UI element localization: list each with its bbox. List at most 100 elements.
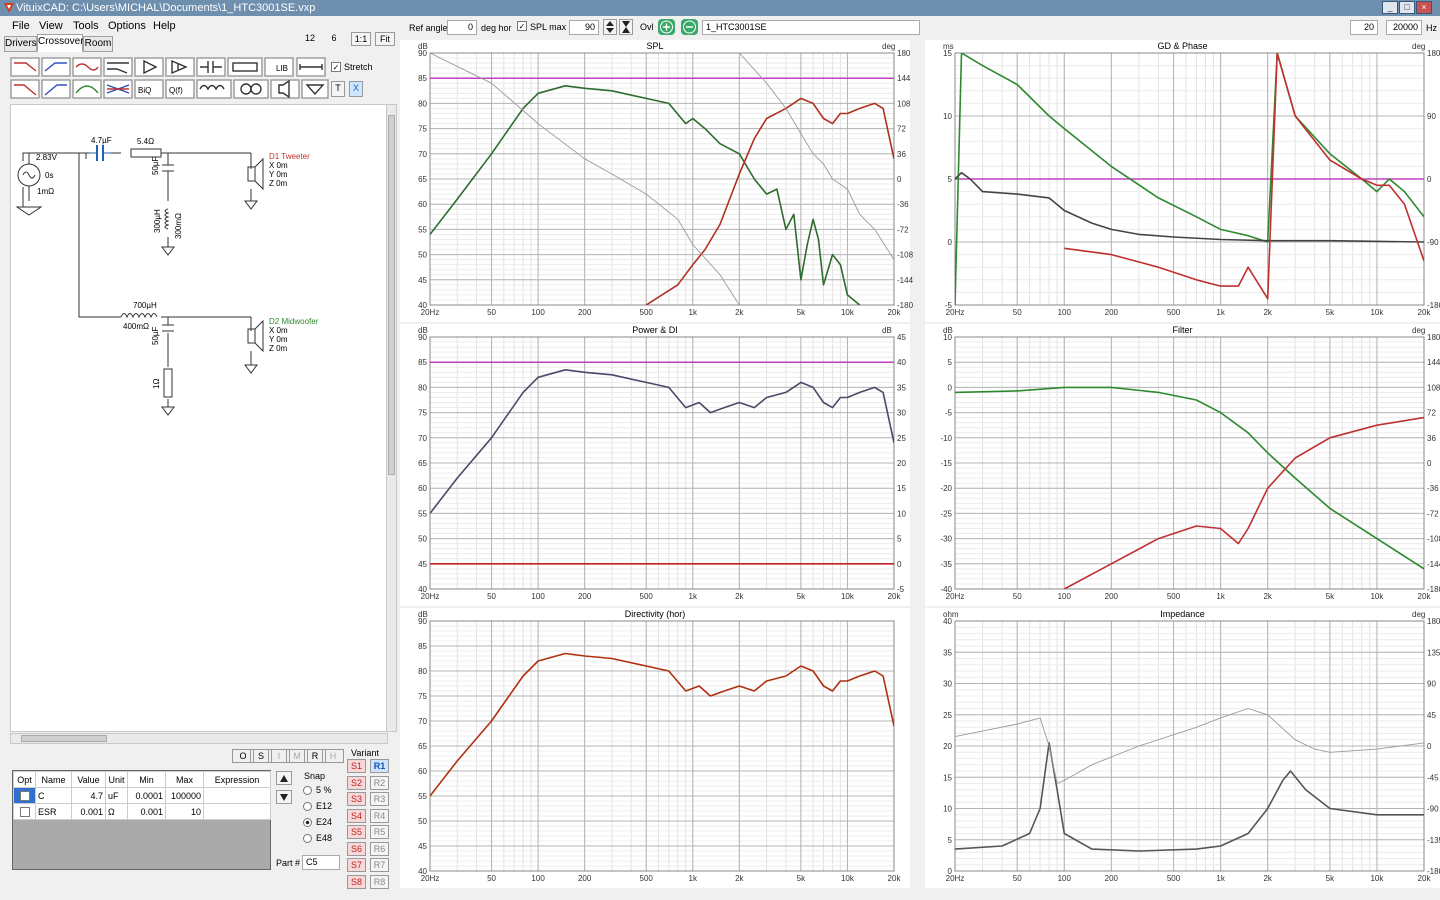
cell-min[interactable]: 0.001 bbox=[127, 803, 166, 820]
snap-e48-radio[interactable] bbox=[303, 834, 312, 843]
x-button[interactable]: X bbox=[349, 81, 363, 97]
menu-tools[interactable]: Tools bbox=[73, 20, 99, 32]
stretch-checkbox[interactable]: ✓ bbox=[331, 62, 341, 72]
cell-name[interactable]: C bbox=[35, 787, 72, 804]
menu-options[interactable]: Options bbox=[108, 20, 146, 32]
t-button[interactable]: T bbox=[331, 81, 345, 97]
r2-value[interactable]: 1Ω bbox=[152, 379, 161, 389]
filter-chart[interactable]: Filter 10 5 0 -5 -10 -15 -20 -25 -30 -35 -40 180 144 1… bbox=[925, 324, 1440, 606]
c2-value[interactable]: 50µF bbox=[151, 157, 160, 175]
y-tick-label: 5 bbox=[948, 175, 953, 184]
variant-button-r8[interactable]: R8 bbox=[370, 874, 389, 889]
menu-help[interactable]: Help bbox=[153, 20, 176, 32]
vscroll-thumb[interactable] bbox=[388, 115, 395, 475]
cell-expression[interactable] bbox=[203, 803, 271, 820]
power-di-chart[interactable]: Power & DI 90 85 80 75 70 65 60 55 50 45 40 45 40 35 30… bbox=[400, 324, 910, 606]
d2-name[interactable]: D2 Midwoofer bbox=[269, 317, 318, 326]
d1-name[interactable]: D1 Tweeter bbox=[269, 152, 310, 161]
opt-checkbox[interactable] bbox=[13, 787, 36, 804]
l1-value[interactable]: 300µH bbox=[153, 209, 162, 233]
move-down-button[interactable] bbox=[276, 790, 292, 804]
tab-drivers[interactable]: Drivers bbox=[4, 36, 37, 52]
schematic-hscroll[interactable] bbox=[10, 733, 388, 744]
variant-button-s7[interactable]: S7 bbox=[347, 858, 366, 872]
spl-max-field[interactable]: 90 bbox=[569, 20, 599, 35]
cell-value[interactable]: 0.001 bbox=[71, 803, 106, 820]
x-tick-label: 10k bbox=[1370, 308, 1384, 317]
zoom-b[interactable]: 6 bbox=[324, 32, 344, 46]
cell-expression[interactable] bbox=[203, 787, 271, 804]
variant-button-s3[interactable]: S3 bbox=[347, 792, 366, 806]
variant-button-s2[interactable]: S2 bbox=[347, 775, 366, 790]
impedance-chart[interactable]: Impedance 40 35 30 25 20 15 10 5 0 180 135 90 45 0 -45-… bbox=[925, 608, 1440, 888]
snap-5-radio[interactable] bbox=[303, 786, 312, 795]
l1-resistance[interactable]: 300mΩ bbox=[174, 213, 183, 239]
zoom-1to1-button[interactable]: 1:1 bbox=[351, 32, 371, 46]
cell-unit: uF bbox=[105, 787, 128, 804]
maximize-button[interactable]: □ bbox=[1399, 1, 1415, 14]
zoom-a[interactable]: 12 bbox=[300, 32, 320, 46]
x-tick-label: 1k bbox=[689, 592, 698, 601]
project-name-field[interactable]: 1_HTC3001SE bbox=[702, 20, 920, 35]
cell-value[interactable]: 4.7 bbox=[71, 787, 106, 804]
x-tick-label: 5k bbox=[1326, 874, 1335, 883]
part-number-field[interactable]: C5 bbox=[302, 855, 340, 870]
minimize-button[interactable]: _ bbox=[1382, 1, 1398, 14]
y2-tick-label: 25 bbox=[897, 434, 906, 443]
cell-min[interactable]: 0.0001 bbox=[127, 787, 166, 804]
gd-phase-chart[interactable]: GD & Phase151050-5180900-90-18020Hz50100… bbox=[925, 40, 1440, 322]
hscroll-thumb[interactable] bbox=[21, 735, 107, 742]
tab-crossover[interactable]: Crossover bbox=[37, 34, 84, 52]
table-row[interactable]: ESR 0.001 Ω 0.001 10 bbox=[13, 803, 271, 820]
opt-checkbox[interactable] bbox=[13, 803, 36, 820]
variant-button-s6[interactable]: S6 bbox=[347, 841, 366, 856]
spl-chart[interactable]: SPL 90 85 80 75 70 65 60 55 50 45 40 180 144 108 72 36 0-… bbox=[400, 40, 914, 322]
move-up-button[interactable] bbox=[276, 771, 292, 785]
variant-button-s4[interactable]: S4 bbox=[347, 808, 366, 823]
variant-button-r6[interactable]: R6 bbox=[370, 841, 389, 856]
snap-e12-radio[interactable] bbox=[303, 802, 312, 811]
schematic-canvas[interactable]: 2.83V 0s 1mΩ 4.7µF 5.4Ω 50µF 300µH 300mΩ… bbox=[10, 104, 388, 732]
x-tick-label: 5k bbox=[1326, 308, 1335, 317]
spl-max-reset-button[interactable] bbox=[619, 19, 633, 35]
tab-room[interactable]: Room bbox=[83, 36, 113, 52]
spl-max-checkbox[interactable]: ✓ bbox=[517, 21, 527, 31]
variant-button-s8[interactable]: S8 bbox=[347, 874, 366, 889]
c3-value[interactable]: 50µF bbox=[151, 327, 160, 345]
menu-view[interactable]: View bbox=[39, 20, 63, 32]
variant-button-r1[interactable]: R1 bbox=[370, 759, 389, 773]
close-button[interactable]: × bbox=[1416, 1, 1432, 14]
cell-name[interactable]: ESR bbox=[35, 803, 72, 820]
overlay-remove-button[interactable] bbox=[681, 19, 698, 35]
variant-button-r7[interactable]: R7 bbox=[370, 858, 389, 872]
c1-value[interactable]: 4.7µF bbox=[91, 136, 112, 145]
snap-e24-radio[interactable] bbox=[303, 818, 312, 827]
y-tick-label: 70 bbox=[418, 150, 427, 159]
r1-value[interactable]: 5.4Ω bbox=[137, 137, 154, 146]
cell-max[interactable]: 10 bbox=[165, 803, 204, 820]
spl-max-spinner[interactable] bbox=[603, 19, 617, 35]
overlay-add-button[interactable] bbox=[658, 19, 675, 35]
l2-resistance[interactable]: 400mΩ bbox=[123, 322, 149, 331]
freq-min-field[interactable]: 20 bbox=[1350, 20, 1378, 35]
schematic-vscroll[interactable] bbox=[386, 104, 397, 732]
variant-button-r3[interactable]: R3 bbox=[370, 792, 389, 806]
menu-file[interactable]: File bbox=[12, 20, 30, 32]
zoom-fit-button[interactable]: Fit bbox=[375, 32, 395, 46]
x-tick-label: 200 bbox=[578, 308, 592, 317]
ref-angle-field[interactable]: 0 bbox=[447, 20, 477, 35]
table-row[interactable]: C 4.7 uF 0.0001 100000 bbox=[13, 787, 271, 804]
x-tick-label: 10k bbox=[841, 592, 855, 601]
part-button-h[interactable]: H bbox=[322, 749, 344, 763]
directivity-chart[interactable]: Directivity (hor) 90 85 80 75 70 65 60 55 50 45 40 2… bbox=[400, 608, 910, 888]
l2-value[interactable]: 700µH bbox=[133, 301, 157, 310]
variant-button-r2[interactable]: R2 bbox=[370, 775, 389, 790]
cell-max[interactable]: 100000 bbox=[165, 787, 204, 804]
variant-button-r4[interactable]: R4 bbox=[370, 808, 389, 823]
freq-max-field[interactable]: 20000 bbox=[1386, 20, 1422, 35]
variant-button-s1[interactable]: S1 bbox=[347, 759, 366, 773]
y-tick-label: 70 bbox=[418, 434, 427, 443]
variant-button-s5[interactable]: S5 bbox=[347, 825, 366, 839]
y-tick-label: 65 bbox=[418, 175, 427, 184]
variant-button-r5[interactable]: R5 bbox=[370, 825, 389, 839]
